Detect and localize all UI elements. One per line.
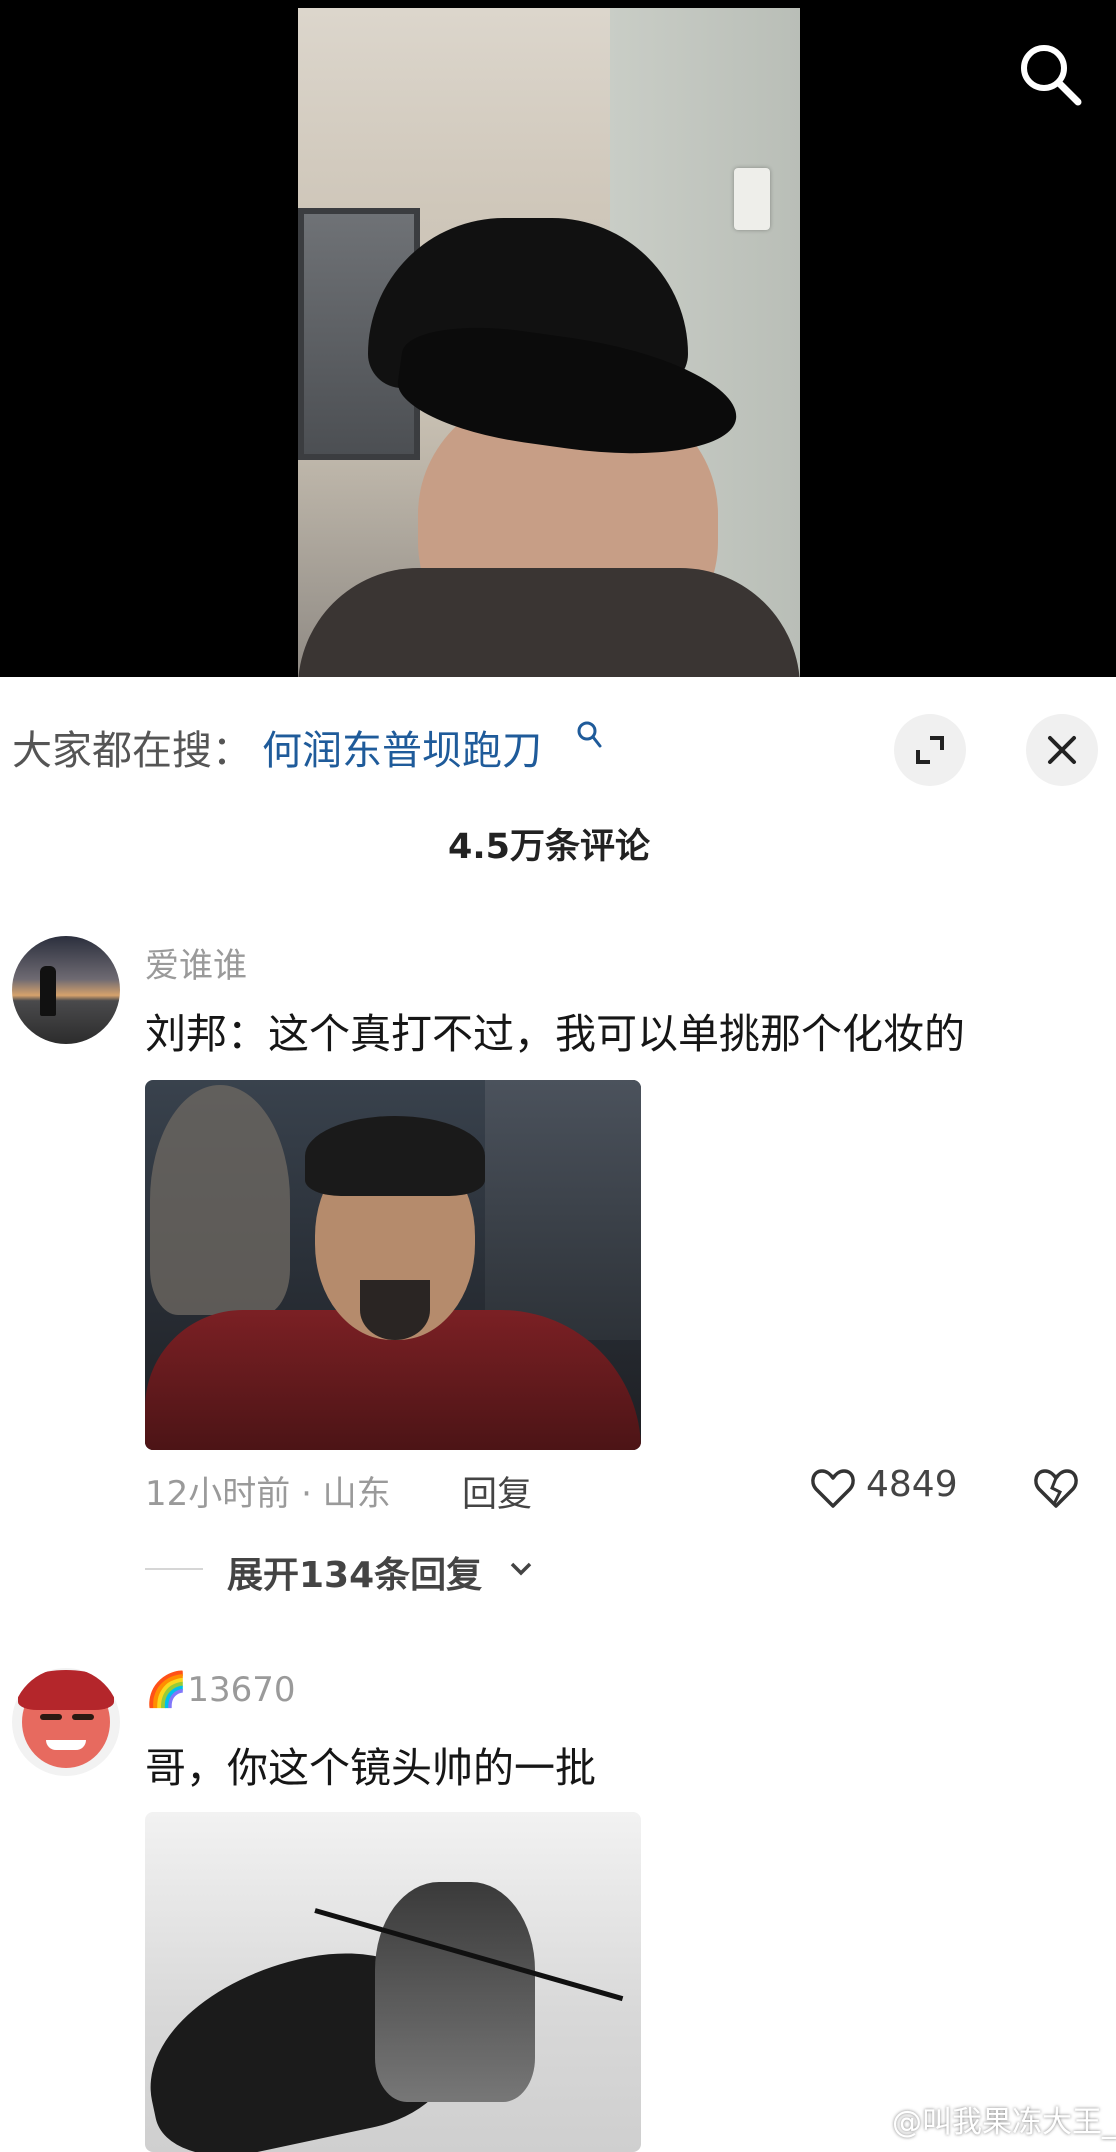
watermark: @叫我果冻大王_: [892, 2105, 1116, 2140]
image-bg-figure: [150, 1085, 290, 1315]
expand-button[interactable]: [894, 714, 966, 786]
comment-username[interactable]: 爱谁谁: [145, 938, 247, 987]
image-beard: [360, 1280, 430, 1340]
comment-count: 4.5万条评论: [447, 827, 650, 867]
avatar-figure: [40, 966, 56, 1016]
video-outlet: [734, 168, 770, 230]
heart-icon: [811, 1469, 855, 1508]
rainbow-emoji: 🌈: [145, 1670, 188, 1710]
image-rider: [375, 1882, 535, 2102]
avatar[interactable]: [12, 1668, 120, 1776]
chevron-down-icon: [510, 1562, 532, 1576]
broken-heart-icon[interactable]: [1032, 1464, 1080, 1512]
video-shirt: [298, 568, 800, 677]
weibo-icon: [843, 2104, 888, 2133]
avatar-hair: [18, 1670, 114, 1710]
comment-image[interactable]: [145, 1080, 641, 1450]
avatar-eye: [40, 1714, 62, 1720]
comment-image[interactable]: [145, 1812, 641, 2152]
image-armor: [485, 1080, 641, 1340]
video-player[interactable]: [0, 0, 1116, 677]
avatar-mouth: [46, 1740, 86, 1750]
comment-username[interactable]: 🌈13670: [145, 1670, 296, 1710]
avatar[interactable]: [12, 936, 120, 1044]
magnify-icon: [577, 721, 602, 748]
comment-text: 哥，你这个镜头帅的一批: [145, 1744, 596, 1792]
expand-divider: [145, 1568, 203, 1570]
comment-text: 刘邦：这个真打不过，我可以单挑那个化妆的: [145, 1010, 965, 1058]
like-count: 4849: [866, 1464, 958, 1505]
expand-replies-label: 展开134条回复: [227, 1555, 483, 1596]
search-suggestion-bar: 大家都在搜： 何润东普坝跑刀: [0, 690, 1116, 810]
reply-button[interactable]: 回复: [462, 1466, 532, 1517]
suggestion-link[interactable]: 何润东普坝跑刀: [262, 718, 542, 776]
expand-icon: [916, 736, 944, 764]
image-hair: [305, 1116, 485, 1196]
close-button[interactable]: [1026, 714, 1098, 786]
comment-meta: 12小时前 · 山东: [145, 1474, 391, 1514]
username-text: 13670: [187, 1670, 296, 1710]
close-icon: [1048, 736, 1076, 764]
search-icon[interactable]: [1016, 40, 1084, 108]
suggestion-label: 大家都在搜：: [12, 728, 252, 774]
avatar-eye: [72, 1714, 94, 1720]
video-frame: [298, 8, 800, 677]
